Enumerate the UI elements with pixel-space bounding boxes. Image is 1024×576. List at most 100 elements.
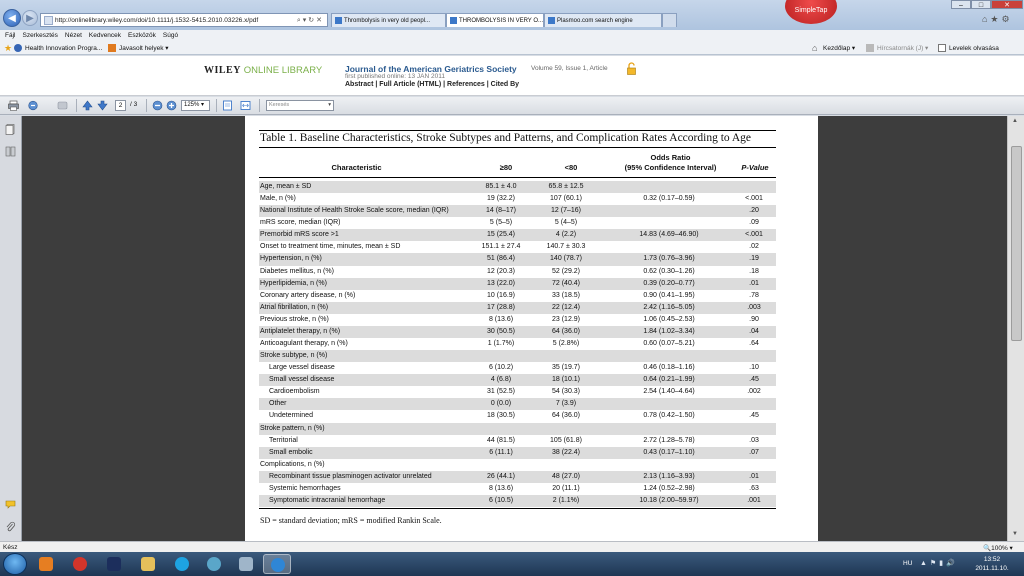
taskbar-skype[interactable] xyxy=(168,554,196,574)
cell-odds-ratio: 0.43 (0.17–1.10) xyxy=(643,448,695,456)
table-row: Stroke pattern, n (%) xyxy=(259,422,776,435)
cell-odds-ratio: 1.73 (0.76–3.96) xyxy=(643,255,695,263)
scroll-down-arrow-icon[interactable]: ▼ xyxy=(1012,531,1018,537)
cell-p-value: .04 xyxy=(749,327,759,335)
tab-label: Plasmoo.com search engine xyxy=(557,17,633,24)
save-copy-icon[interactable] xyxy=(28,100,39,111)
cell-age-80-plus: 13 (22.0) xyxy=(486,279,516,287)
home-page-button[interactable]: ⌂ Kezdőlap ▾ xyxy=(812,44,855,53)
cell-odds-ratio: 0.39 (0.20–0.77) xyxy=(643,279,695,287)
wiley-online-library-logo[interactable]: WILEY ONLINE LIBRARY xyxy=(204,65,322,76)
table-row: Complications, n (%) xyxy=(259,459,776,471)
cell-p-value: .01 xyxy=(749,472,759,480)
fit-width-icon[interactable] xyxy=(240,100,251,111)
zoom-out-icon[interactable] xyxy=(152,100,163,111)
menu-view[interactable]: Nézet xyxy=(65,32,82,39)
cell-p-value: .45 xyxy=(749,376,759,384)
taskbar-acrobat[interactable] xyxy=(100,554,128,574)
read-mail-button[interactable]: Levelek olvasása xyxy=(938,44,999,52)
internet-explorer-icon xyxy=(271,558,285,572)
mail-icon xyxy=(938,44,946,52)
tray-language[interactable]: HU xyxy=(903,560,912,567)
taskbar-clock[interactable]: 13:52 2011.11.10. xyxy=(972,555,1012,573)
window-close-button[interactable]: ✕ xyxy=(991,0,1023,9)
feeds-button[interactable]: Hírcsatornák (J) ▾ xyxy=(866,44,928,52)
zoom-in-icon[interactable] xyxy=(166,100,177,111)
table-row: Premorbid mRS score >1 15 (25.4) 4 (2.2) 14… xyxy=(259,229,776,242)
pdf-search-input[interactable]: Keresés ▾ xyxy=(266,100,334,111)
address-input[interactable]: http://onlinelibrary.wiley.com/doi/10.11… xyxy=(55,17,297,24)
cell-odds-ratio: 0.62 (0.30–1.26) xyxy=(643,267,695,275)
new-tab-button[interactable] xyxy=(662,13,677,27)
comments-icon[interactable] xyxy=(5,499,16,510)
tab-thrombolysis-1[interactable]: Thrombolysis in very old peopl... xyxy=(331,13,446,27)
scroll-up-arrow-icon[interactable]: ▲ xyxy=(1012,118,1018,124)
table-row: Territorial 44 (81.5) 105 (61.8) 2.72 (1.28… xyxy=(259,435,776,447)
cell-odds-ratio: 14.83 (4.69–46.90) xyxy=(639,231,699,239)
bookmarks-icon[interactable] xyxy=(5,146,16,157)
menu-file[interactable]: Fájl xyxy=(5,32,15,39)
tab-thrombolysis-2-active[interactable]: THROMBOLYSIS IN VERY O... ✕ xyxy=(446,13,544,27)
cell-p-value: .20 xyxy=(749,207,759,215)
cell-age-80-plus: 5 (5–5) xyxy=(489,219,513,227)
taskbar-network[interactable] xyxy=(200,554,228,574)
cell-age-under-80: 105 (61.8) xyxy=(550,436,582,444)
cell-age-80-plus: 44 (81.5) xyxy=(486,436,516,444)
zoom-level-select[interactable]: 125% ▾ xyxy=(181,100,210,111)
taskbar-explorer[interactable] xyxy=(134,554,162,574)
search-refresh-stop-icons[interactable]: ⌕▾↻✕ xyxy=(297,16,327,25)
taskbar-notepad[interactable] xyxy=(232,554,260,574)
article-links[interactable]: Abstract | Full Article (HTML) | Referen… xyxy=(345,81,519,88)
taskbar-chrome[interactable] xyxy=(66,554,94,574)
simpletap-badge[interactable]: SimpleTap xyxy=(785,0,837,24)
address-bar[interactable]: http://onlinelibrary.wiley.com/doi/10.11… xyxy=(40,13,328,27)
table-row: Large vessel disease 6 (10.2) 35 (19.7) 0.4… xyxy=(259,362,776,374)
cell-characteristic: Premorbid mRS score >1 xyxy=(260,231,339,239)
forward-button[interactable]: ▶ xyxy=(22,10,38,26)
window-minimize-button[interactable]: – xyxy=(951,0,971,9)
pdf-toolbar: 2 / 3 125% ▾ Keresés ▾ xyxy=(0,97,1024,115)
table-row: Hypertension, n (%) 51 (86.4) 140 (78.7) 1.… xyxy=(259,253,776,266)
share-icon[interactable] xyxy=(57,100,68,111)
cell-p-value: .78 xyxy=(749,291,759,299)
fit-page-icon[interactable] xyxy=(222,100,233,111)
cell-age-under-80: 140.7 ± 30.3 xyxy=(546,243,586,251)
page-thumbnails-icon[interactable] xyxy=(5,124,16,135)
favorite-health-innovation[interactable]: Health Innovation Progra... xyxy=(14,44,102,52)
table-header-bottom-rule xyxy=(259,177,776,178)
attachments-paperclip-icon[interactable] xyxy=(5,521,16,532)
table-footnote: SD = standard deviation; mRS = modified … xyxy=(260,516,442,525)
taskbar-media-player[interactable] xyxy=(32,554,60,574)
start-button[interactable] xyxy=(3,553,27,575)
status-zoom[interactable]: 🔍100% ▾ xyxy=(983,544,1013,552)
tab-plasmoo[interactable]: Plasmoo.com search engine xyxy=(544,13,662,27)
next-page-icon[interactable] xyxy=(97,100,108,111)
cell-age-80-plus: 31 (52.5) xyxy=(486,388,516,396)
menu-tools[interactable]: Eszközök xyxy=(128,32,156,39)
favorite-suggested-sites[interactable]: Javasolt helyek ▾ xyxy=(108,44,169,52)
pdf-viewport[interactable]: Table 1. Baseline Characteristics, Strok… xyxy=(0,116,1024,541)
cell-age-under-80: 38 (22.4) xyxy=(551,448,581,456)
vertical-scrollbar[interactable]: ▲ ▼ xyxy=(1007,116,1024,541)
tray-icons[interactable]: ▲⚑▮🔊 xyxy=(920,559,958,567)
taskbar-internet-explorer[interactable] xyxy=(263,554,291,574)
column-header-age-under-80: <80 xyxy=(564,163,578,172)
previous-page-icon[interactable] xyxy=(82,100,93,111)
menu-help[interactable]: Súgó xyxy=(163,32,178,39)
menu-edit[interactable]: Szerkesztés xyxy=(22,32,57,39)
window-maximize-button[interactable]: □ xyxy=(971,0,991,9)
menu-favorites[interactable]: Kedvencek xyxy=(89,32,121,39)
cell-age-80-plus: 151.1 ± 27.4 xyxy=(481,243,521,251)
cell-age-80-plus: 18 (30.5) xyxy=(486,412,516,420)
print-icon[interactable] xyxy=(8,100,19,111)
cell-age-80-plus: 0 (0.0) xyxy=(490,400,512,408)
cell-characteristic: Age, mean ± SD xyxy=(260,183,312,190)
page-number-input[interactable]: 2 xyxy=(115,100,126,111)
cell-odds-ratio: 2.42 (1.16–5.05) xyxy=(643,303,695,311)
scrollbar-thumb[interactable] xyxy=(1011,146,1022,341)
table-row: Anticoagulant therapy, n (%) 1 (1.7%) 5 (2… xyxy=(259,338,776,350)
cell-characteristic: Small embolic xyxy=(269,448,313,456)
table-bottom-rule xyxy=(259,508,776,509)
home-favorites-gear-icons[interactable]: ⌂★⚙ xyxy=(982,14,1013,25)
back-button[interactable]: ◀ xyxy=(3,9,21,27)
